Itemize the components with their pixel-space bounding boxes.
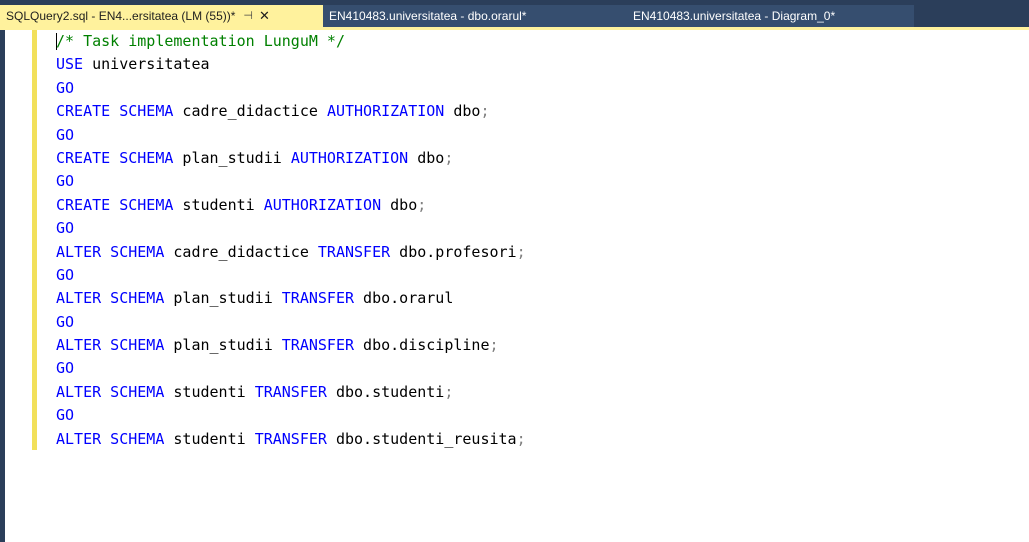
change-tracking-bar (32, 30, 37, 450)
code-line: ALTER SCHEMA studenti TRANSFER dbo.stude… (56, 381, 1029, 404)
identifier: dbo (417, 148, 445, 167)
keyword: AUTHORIZATION (263, 195, 382, 214)
keyword: ALTER SCHEMA (56, 242, 165, 261)
pin-icon[interactable]: ⊣ (243, 5, 253, 27)
identifier: dbo.discipline (354, 336, 490, 355)
keyword: TRANSFER (281, 336, 355, 355)
code-line: GO (56, 404, 1029, 427)
tab-label: EN410483.universitatea - Diagram_0* (633, 9, 836, 23)
code-line: GO (56, 311, 1029, 334)
keyword: AUTHORIZATION (326, 102, 445, 121)
code-line: GO (56, 77, 1029, 100)
keyword: GO (56, 172, 75, 191)
identifier: dbo.profesori (390, 242, 517, 261)
code-line: GO (56, 357, 1029, 380)
keyword: ALTER SCHEMA (56, 336, 165, 355)
keyword: ALTER SCHEMA (56, 382, 165, 401)
identifier: studenti (164, 382, 255, 401)
identifier: dbo (453, 102, 481, 121)
keyword: GO (56, 219, 75, 238)
keyword: ALTER SCHEMA (56, 289, 165, 308)
editor-margin (0, 30, 28, 542)
keyword: CREATE SCHEMA (56, 195, 174, 214)
punctuation: ; (444, 148, 454, 167)
keyword: AUTHORIZATION (290, 148, 409, 167)
code-line: GO (56, 217, 1029, 240)
code-line: GO (56, 170, 1029, 193)
comment: /* Task implementation LunguM */ (56, 32, 345, 50)
identifier: studenti (164, 429, 255, 448)
identifier: plan_studii (164, 289, 282, 308)
keyword: USE (56, 55, 84, 74)
keyword: TRANSFER (254, 429, 327, 448)
keyword: GO (56, 312, 75, 331)
code-line: GO (56, 124, 1029, 147)
code-line: CREATE SCHEMA cadre_didactice AUTHORIZAT… (56, 100, 1029, 123)
identifier: dbo.orarul (354, 289, 454, 308)
code-line: /* Task implementation LunguM */ (56, 30, 1029, 53)
left-frame-edge (0, 30, 5, 542)
identifier: plan_studii (173, 148, 291, 167)
code-line: ALTER SCHEMA studenti TRANSFER dbo.stude… (56, 428, 1029, 451)
identifier: dbo.studenti (326, 382, 445, 401)
identifier: plan_studii (164, 336, 282, 355)
code-line: USE universitatea (56, 53, 1029, 76)
identifier: studenti (173, 195, 264, 214)
keyword: GO (56, 406, 75, 425)
identifier (381, 196, 390, 214)
punctuation: ; (480, 102, 490, 121)
keyword: TRANSFER (317, 242, 391, 261)
identifier: dbo (390, 195, 418, 214)
code-line: ALTER SCHEMA cadre_didactice TRANSFER db… (56, 241, 1029, 264)
keyword: GO (56, 125, 75, 144)
identifier (408, 149, 417, 167)
code-line: CREATE SCHEMA plan_studii AUTHORIZATION … (56, 147, 1029, 170)
keyword: ALTER SCHEMA (56, 429, 165, 448)
punctuation: ; (516, 242, 526, 261)
document-tab-bar: SQLQuery2.sql - EN4...ersitatea (LM (55)… (0, 0, 1029, 30)
tab-label: SQLQuery2.sql - EN4...ersitatea (LM (55)… (6, 9, 236, 23)
code-line: ALTER SCHEMA plan_studii TRANSFER dbo.di… (56, 334, 1029, 357)
punctuation: ; (489, 336, 499, 355)
identifier: cadre_didactice (173, 102, 327, 121)
sql-editor[interactable]: /* Task implementation LunguM */ USE uni… (56, 30, 1029, 542)
identifier: universitatea (83, 55, 210, 74)
code-line: ALTER SCHEMA plan_studii TRANSFER dbo.or… (56, 287, 1029, 310)
keyword: GO (56, 265, 75, 284)
punctuation: ; (516, 429, 526, 448)
keyword: CREATE SCHEMA (56, 148, 174, 167)
code-line: CREATE SCHEMA studenti AUTHORIZATION dbo… (56, 194, 1029, 217)
keyword: TRANSFER (281, 289, 355, 308)
tab-orarul[interactable]: EN410483.universitatea - dbo.orarul* (323, 5, 609, 27)
tab-diagram[interactable]: EN410483.universitatea - Diagram_0* (609, 5, 914, 27)
tab-sqlquery2[interactable]: SQLQuery2.sql - EN4...ersitatea (LM (55)… (0, 5, 323, 27)
code-line: GO (56, 264, 1029, 287)
close-icon[interactable]: ✕ (259, 5, 270, 27)
identifier: dbo.studenti_reusita (326, 429, 517, 448)
keyword: GO (56, 359, 75, 378)
punctuation: ; (444, 382, 454, 401)
tab-label: EN410483.universitatea - dbo.orarul* (329, 9, 527, 23)
keyword: TRANSFER (254, 382, 327, 401)
keyword: CREATE SCHEMA (56, 102, 174, 121)
identifier: cadre_didactice (164, 242, 318, 261)
ssms-window: SQLQuery2.sql - EN4...ersitatea (LM (55)… (0, 0, 1029, 542)
keyword: GO (56, 78, 75, 97)
punctuation: ; (417, 195, 427, 214)
